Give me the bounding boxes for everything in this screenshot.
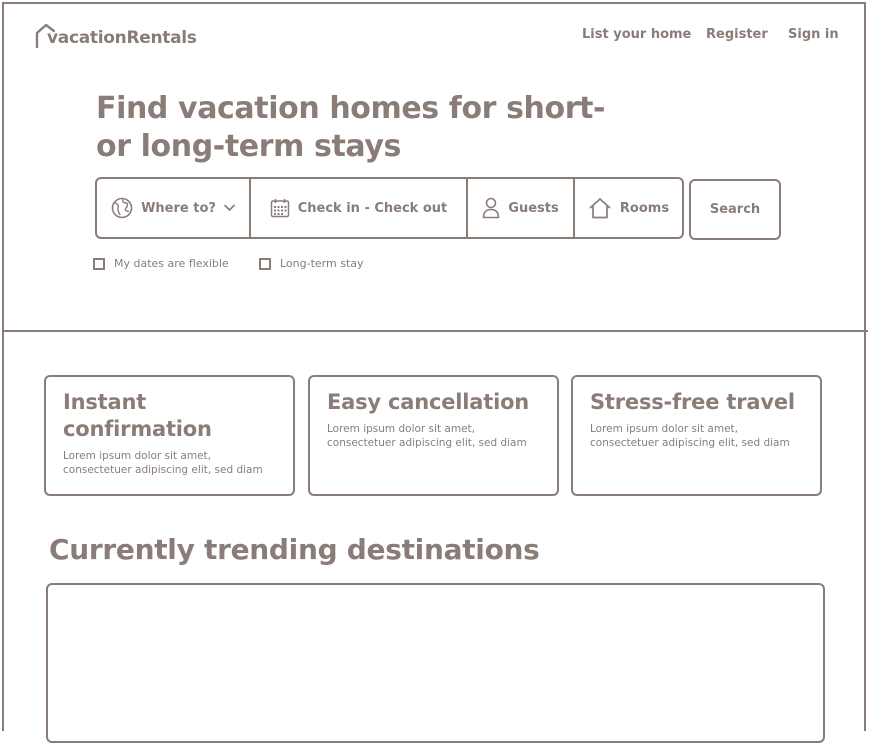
long-term-stay-checkbox[interactable]: Long-term stay bbox=[259, 257, 364, 270]
feature-card-cancellation: Easy cancellation Lorem ipsum dolor sit … bbox=[308, 375, 559, 496]
chevron-down-icon bbox=[224, 204, 235, 212]
person-icon bbox=[482, 197, 500, 219]
search-bar: Where to? Check in - Check out Guests Ro… bbox=[95, 177, 684, 239]
globe-icon bbox=[111, 197, 133, 219]
list-your-home-link[interactable]: List your home bbox=[582, 27, 691, 42]
brand-name: vacationRentals bbox=[47, 28, 197, 48]
trending-title: Currently trending destinations bbox=[49, 533, 540, 566]
rooms-label: Rooms bbox=[619, 200, 670, 216]
hero-title: Find vacation homes for short-or long-te… bbox=[96, 91, 606, 164]
house-icon bbox=[589, 198, 611, 219]
brand-logo[interactable]: vacationRentals bbox=[35, 22, 197, 48]
section-divider bbox=[4, 330, 868, 332]
feature-text: Lorem ipsum dolor sit amet, consectetuer… bbox=[590, 423, 790, 449]
flexible-dates-label: My dates are flexible bbox=[114, 257, 229, 270]
feature-title: Instant confirmation bbox=[63, 390, 212, 441]
destination-dropdown[interactable]: Where to? bbox=[97, 179, 249, 237]
checkbox-box[interactable] bbox=[93, 257, 105, 270]
calendar-icon bbox=[270, 199, 289, 218]
rooms-field[interactable]: Rooms bbox=[573, 179, 682, 237]
flexible-dates-checkbox[interactable]: My dates are flexible bbox=[93, 257, 229, 270]
guests-field[interactable]: Guests bbox=[466, 179, 573, 237]
register-link[interactable]: Register bbox=[706, 27, 768, 42]
trending-destinations-panel bbox=[46, 583, 825, 743]
feature-card-travel: Stress-free travel Lorem ipsum dolor sit… bbox=[571, 375, 822, 496]
feature-text: Lorem ipsum dolor sit amet, consectetuer… bbox=[63, 450, 263, 476]
long-term-stay-label: Long-term stay bbox=[280, 257, 364, 270]
search-button[interactable]: Search bbox=[689, 179, 781, 240]
guests-label: Guests bbox=[508, 200, 559, 216]
feature-card-confirmation: Instant confirmation Lorem ipsum dolor s… bbox=[44, 375, 295, 496]
destination-label: Where to? bbox=[141, 200, 216, 216]
feature-title: Stress-free travel bbox=[590, 390, 795, 414]
date-range-label: Check in - Check out bbox=[297, 200, 448, 216]
page-frame: vacationRentals List your home Register … bbox=[2, 2, 868, 743]
feature-title: Easy cancellation bbox=[327, 390, 530, 414]
checkbox-box[interactable] bbox=[259, 257, 271, 270]
sign-in-link[interactable]: Sign in bbox=[788, 27, 839, 42]
date-range-field[interactable]: Check in - Check out bbox=[249, 179, 466, 237]
feature-text: Lorem ipsum dolor sit amet, consectetuer… bbox=[327, 423, 527, 449]
